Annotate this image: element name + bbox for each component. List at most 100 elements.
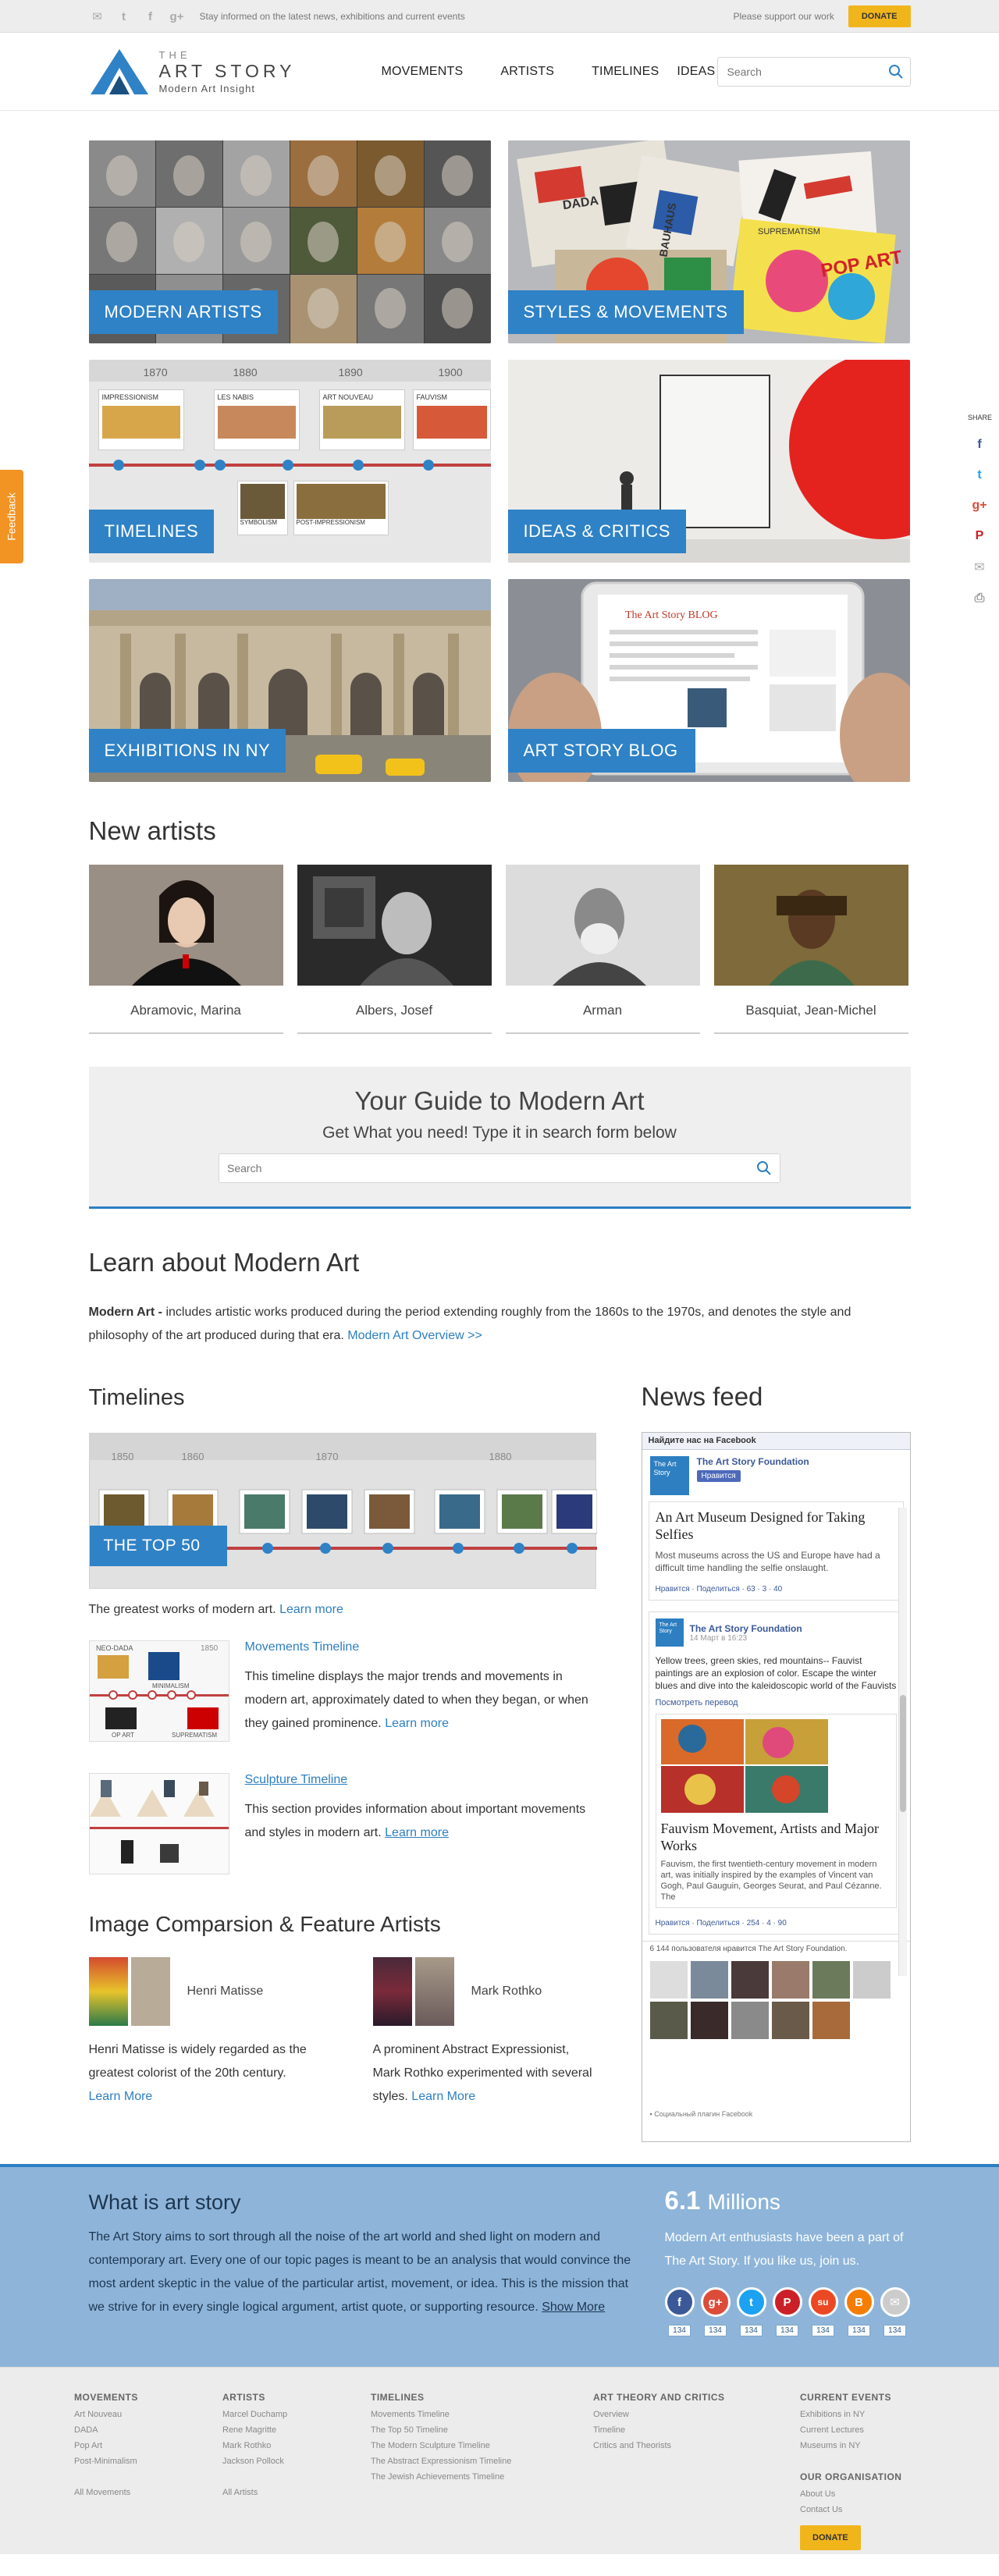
nav-ideas[interactable]: IDEAS <box>677 65 715 79</box>
share-blogger[interactable]: B 134 <box>844 2287 874 2336</box>
footer-link[interactable]: Rene Magritte <box>222 2422 371 2438</box>
header-search-input[interactable] <box>727 66 888 78</box>
fb-fan-avatar[interactable] <box>852 1961 891 1999</box>
stumble-icon[interactable]: su <box>808 2287 838 2317</box>
footer-link[interactable]: The Modern Sculpture Timeline <box>371 2438 593 2453</box>
fb-post-author[interactable]: The Art Story Foundation <box>690 1623 802 1634</box>
movements-timeline-link[interactable]: Movements Timeline <box>245 1640 360 1654</box>
footer-link[interactable]: Current Lectures <box>800 2422 925 2438</box>
matisse-comparison-image[interactable] <box>88 1957 170 2026</box>
tile-timelines[interactable]: 1870 1880 1890 1900 IMPRESSIONISM LES NA… <box>88 360 491 563</box>
share-facebook[interactable]: f 134 <box>664 2287 695 2336</box>
footer-link[interactable]: Marcel Duchamp <box>222 2407 371 2422</box>
tile-modern-artists[interactable]: MODERN ARTISTS <box>88 140 491 343</box>
footer-link[interactable]: About Us <box>800 2486 925 2502</box>
googleplus-icon[interactable]: g+ <box>169 9 186 23</box>
show-more-link[interactable]: Show More <box>542 2301 605 2314</box>
pinterest-icon[interactable]: P <box>772 2287 802 2317</box>
facebook-icon[interactable]: f <box>664 2287 695 2317</box>
tile-ideas-critics[interactable]: IDEAS & CRITICS <box>507 360 910 563</box>
fb-page-logo[interactable]: The Art Story <box>649 1456 689 1495</box>
fb-fan-avatar[interactable] <box>771 2002 809 2039</box>
artist-card[interactable]: Albers, Josef <box>297 865 492 1034</box>
email-icon[interactable]: ✉ <box>968 560 991 575</box>
top50-timeline-image[interactable]: 1850 1860 1870 1880 THE TOP 50 <box>88 1433 597 1589</box>
footer-link[interactable]: Museums in NY <box>800 2438 925 2453</box>
footer-link[interactable]: Post-Minimalism <box>74 2453 222 2469</box>
print-icon[interactable]: ⎙ <box>968 592 991 606</box>
footer-link[interactable]: Art Nouveau <box>74 2407 222 2422</box>
facebook-icon[interactable]: f <box>142 9 159 23</box>
tile-exhibitions-ny[interactable]: EXHIBITIONS IN NY <box>88 579 491 782</box>
nav-artists[interactable]: ARTISTS <box>500 65 554 79</box>
share-googleplus[interactable]: g+ 134 <box>700 2287 731 2336</box>
footer-donate-button[interactable]: DONATE <box>800 2525 861 2550</box>
googleplus-icon[interactable]: g+ <box>968 499 991 513</box>
share-stumbleupon[interactable]: su 134 <box>808 2287 838 2336</box>
share-pinterest[interactable]: P 134 <box>772 2287 802 2336</box>
fb-fan-avatar[interactable] <box>731 1961 769 1999</box>
twitter-icon[interactable]: t <box>736 2287 766 2317</box>
share-twitter[interactable]: t 134 <box>736 2287 766 2336</box>
movements-timeline-thumb[interactable]: NEO-DADA MINIMALISM OP ART SUPREMATISM 1… <box>88 1640 229 1742</box>
fb-fan-avatar[interactable] <box>690 1961 728 1999</box>
fb-post-meta[interactable]: Нравится · Поделиться · 63 · 3 · 40 <box>656 1585 897 1594</box>
footer-link[interactable]: Mark Rothko <box>222 2438 371 2453</box>
artist-card[interactable]: Basquiat, Jean-Michel <box>713 865 908 1034</box>
fb-post-avatar[interactable]: The Art Story <box>655 1618 684 1647</box>
modern-art-overview-link[interactable]: Modern Art Overview >> <box>347 1329 482 1342</box>
blogger-icon[interactable]: B <box>844 2287 874 2317</box>
twitter-icon[interactable]: t <box>116 9 133 23</box>
sculpture-timeline-thumb[interactable] <box>88 1773 229 1874</box>
fb-scroll-thumb[interactable] <box>899 1695 906 1812</box>
logo[interactable]: THE ART STORY Modern Art Insight <box>89 48 296 96</box>
fb-post-meta[interactable]: Нравится · Поделиться · 254 · 4 · 90 <box>656 1919 897 1928</box>
share-email[interactable]: ✉ 134 <box>880 2287 910 2336</box>
tile-styles-movements[interactable]: DADA BAUHAUS SUPREMATISM POP ART STYLES … <box>507 140 910 343</box>
email-icon[interactable]: ✉ <box>89 9 106 23</box>
fb-fan-avatar[interactable] <box>812 1961 850 1999</box>
fb-fan-avatar[interactable] <box>690 2002 728 2039</box>
matisse-learn-more-link[interactable]: Learn More <box>89 2090 153 2103</box>
footer-link[interactable]: Movements Timeline <box>371 2407 593 2422</box>
fb-fan-avatar[interactable] <box>731 2002 769 2039</box>
nav-movements[interactable]: MOVEMENTS <box>381 65 463 79</box>
search-icon[interactable] <box>888 64 904 80</box>
footer-link[interactable]: Timeline <box>593 2422 800 2438</box>
footer-link[interactable]: Exhibitions in NY <box>800 2407 925 2422</box>
donate-button[interactable]: DONATE <box>848 5 911 27</box>
footer-link[interactable]: Contact Us <box>800 2502 925 2517</box>
artist-card[interactable]: Arman <box>505 865 700 1034</box>
footer-link[interactable]: The Jewish Achievements Timeline <box>371 2469 593 2485</box>
fb-translate-link[interactable]: Посмотреть перевод <box>656 1698 897 1707</box>
footer-link[interactable]: The Abstract Expressionism Timeline <box>371 2453 593 2469</box>
footer-link[interactable]: Overview <box>593 2407 800 2422</box>
fb-fan-avatar[interactable] <box>649 2002 688 2039</box>
googleplus-icon[interactable]: g+ <box>700 2287 731 2317</box>
fb-like-button[interactable]: Нравится <box>696 1470 741 1482</box>
twitter-icon[interactable]: t <box>968 468 991 482</box>
fb-shared-link[interactable]: Fauvism Movement, Artists and Major Work… <box>655 1714 897 1908</box>
guide-search-input[interactable] <box>227 1162 756 1174</box>
search-icon[interactable] <box>756 1160 772 1176</box>
facebook-icon[interactable]: f <box>968 438 991 452</box>
sculpture-learn-more-link[interactable]: Learn more <box>385 1826 449 1839</box>
footer-link[interactable]: The Top 50 Timeline <box>371 2422 593 2438</box>
footer-link[interactable]: DADA <box>74 2422 222 2438</box>
fb-fan-avatar[interactable] <box>649 1961 688 1999</box>
tile-art-story-blog[interactable]: The Art Story BLOG ART STORY BLOG <box>507 579 910 782</box>
footer-link[interactable]: Jackson Pollock <box>222 2453 371 2469</box>
fb-fan-avatar[interactable] <box>771 1961 809 1999</box>
email-icon[interactable]: ✉ <box>880 2287 910 2317</box>
fb-feed-scrollbar[interactable] <box>898 1508 907 1976</box>
rothko-learn-more-link[interactable]: Learn More <box>411 2090 475 2103</box>
feedback-tab[interactable]: Feedback <box>0 470 23 563</box>
artist-card[interactable]: Abramovic, Marina <box>88 865 283 1034</box>
fb-fan-avatar[interactable] <box>812 2002 850 2039</box>
footer-link[interactable]: Critics and Theorists <box>593 2438 800 2453</box>
nav-timelines[interactable]: TIMELINES <box>592 65 659 79</box>
top50-learn-more-link[interactable]: Learn more <box>279 1603 343 1616</box>
fb-page-link[interactable]: The Art Story Foundation <box>697 1456 809 1467</box>
footer-all-artists-link[interactable]: All Artists <box>222 2485 371 2500</box>
footer-link[interactable]: Pop Art <box>74 2438 222 2453</box>
